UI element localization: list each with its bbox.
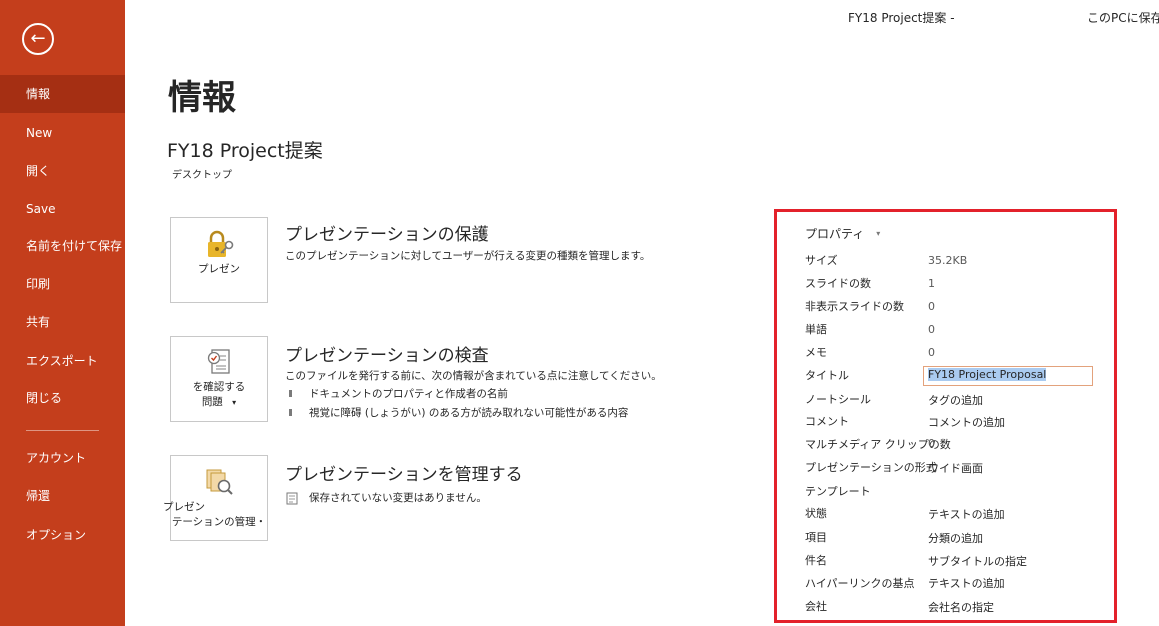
prop-label-comments: コメント — [805, 415, 849, 428]
manage-title: プレゼンテーションを管理する — [285, 465, 523, 485]
protect-title: プレゼンテーションの保護 — [285, 225, 489, 245]
check-issues-label-problem: 問題 — [201, 396, 223, 408]
manage-versions-icon — [171, 466, 267, 498]
nav-item-info[interactable]: 情報 — [0, 75, 125, 113]
prop-value-media-clips: 0 — [928, 437, 935, 450]
check-issues-label: を確認する — [192, 381, 246, 393]
lock-key-icon — [171, 228, 267, 262]
prop-value-hidden-slides: 0 — [928, 300, 935, 313]
add-category-link[interactable]: 分類の追加 — [928, 530, 983, 546]
manage-description: 保存されていない変更はありません。 — [309, 492, 487, 504]
prop-label-status: 状態 — [805, 507, 827, 520]
window-doc-title: FY18 Project提案 - — [848, 11, 955, 25]
add-status-link[interactable]: テキストの追加 — [928, 506, 1005, 522]
inspect-document-icon — [171, 347, 267, 377]
prop-label-subject: 件名 — [805, 554, 827, 567]
add-comment-link[interactable]: コメントの追加 — [928, 414, 1005, 430]
title-field[interactable]: FY18 Project Proposal — [923, 366, 1093, 386]
properties-header-label: プロパティ — [805, 227, 865, 241]
nav-item-share[interactable]: 共有 — [0, 303, 125, 341]
prop-label-size: サイズ — [805, 254, 838, 267]
nav-item-close[interactable]: 閉じる — [0, 379, 125, 417]
inspect-title: プレゼンテーションの検査 — [285, 346, 489, 366]
document-name: FY18 Project提案 — [167, 140, 323, 162]
nav-item-print[interactable]: 印刷 — [0, 265, 125, 303]
prop-label-hidden-slides: 非表示スライドの数 — [805, 300, 904, 313]
nav-item-feedback[interactable]: 帰還 — [0, 477, 125, 515]
protect-description: このプレゼンテーションに対してユーザーが行える変更の種類を管理します。 — [285, 250, 651, 262]
protect-presentation-button[interactable]: プレゼン — [170, 217, 268, 303]
check-issues-button[interactable]: を確認する 問題 ▾ — [170, 336, 268, 422]
add-tag-link[interactable]: タグの追加 — [928, 392, 983, 408]
manage-tile-label: プレゼン — [163, 501, 205, 513]
prop-label-category: 項目 — [805, 531, 827, 544]
nav-item-account[interactable]: アカウント — [0, 439, 125, 477]
prop-label-title: タイトル — [805, 369, 849, 382]
nav-item-export[interactable]: エクスポート — [0, 342, 125, 380]
page-title: 情報 — [168, 78, 236, 118]
nav-item-options[interactable]: オプション — [0, 516, 125, 554]
prop-label-template: テンプレート — [805, 485, 871, 498]
window-save-location: このPCに保存 — [1087, 11, 1159, 25]
prop-label-hyperlink-base: ハイパーリンクの基点 — [805, 577, 915, 590]
prop-label-slides: スライドの数 — [805, 277, 871, 290]
prop-label-notes: メモ — [805, 346, 827, 359]
document-status-icon — [286, 490, 298, 509]
chevron-down-icon: ▾ — [232, 398, 237, 407]
set-subject-link[interactable]: サブタイトルの指定 — [928, 553, 1027, 569]
inspect-bullet-text: ドキュメントのプロパティと作成者の名前 — [309, 388, 508, 400]
prop-value-format: ワイド画面 — [928, 462, 983, 475]
prop-value-size: 35.2KB — [928, 254, 968, 267]
nav-item-save[interactable]: Save — [0, 190, 125, 228]
check-issues-label-line2: 問題 ▾ — [171, 395, 267, 410]
prop-value-slides: 1 — [928, 277, 935, 290]
inspect-bullet: ドキュメントのプロパティと作成者の名前 — [289, 386, 508, 401]
prop-label-words: 単語 — [805, 323, 827, 336]
title-field-value: FY18 Project Proposal — [928, 368, 1047, 381]
protect-tile-label: プレゼン — [198, 263, 240, 275]
sidebar-divider — [26, 430, 99, 431]
inspect-description: このファイルを発行する前に、次の情報が含まれている点に注意してください。 — [285, 370, 662, 382]
prop-label-tags: ノートシール — [805, 393, 871, 406]
prop-value-notes: 0 — [928, 346, 935, 359]
set-company-link[interactable]: 会社名の指定 — [928, 599, 994, 615]
chevron-down-icon: ▾ — [876, 229, 881, 238]
prop-label-format: プレゼンテーションの形式 — [805, 461, 937, 474]
add-hyperlink-base-link[interactable]: テキストの追加 — [928, 575, 1005, 591]
manage-tile-label-line2: テーションの管理・ — [171, 516, 267, 528]
inspect-bullet-text: 視覚に障碍 (しょうがい) のある方が読み取れない可能性がある内容 — [309, 407, 629, 419]
inspect-bullet: 視覚に障碍 (しょうがい) のある方が読み取れない可能性がある内容 — [289, 405, 628, 420]
nav-item-new[interactable]: New — [0, 114, 125, 152]
back-arrow-icon[interactable]: ← — [22, 23, 54, 55]
manage-presentation-button[interactable]: プレゼン テーションの管理・ — [163, 455, 268, 541]
nav-item-open[interactable]: 開く — [0, 152, 125, 190]
nav-item-save-as[interactable]: 名前を付けて保存 — [0, 227, 125, 265]
document-path: デスクトップ — [172, 170, 232, 181]
prop-value-words: 0 — [928, 323, 935, 336]
prop-label-company: 会社 — [805, 600, 827, 613]
backstage-sidebar: ← 情報 New 開く Save 名前を付けて保存 印刷 共有 エクスポート 閉… — [0, 0, 125, 626]
properties-dropdown[interactable]: プロパティ ▾ — [805, 225, 880, 242]
